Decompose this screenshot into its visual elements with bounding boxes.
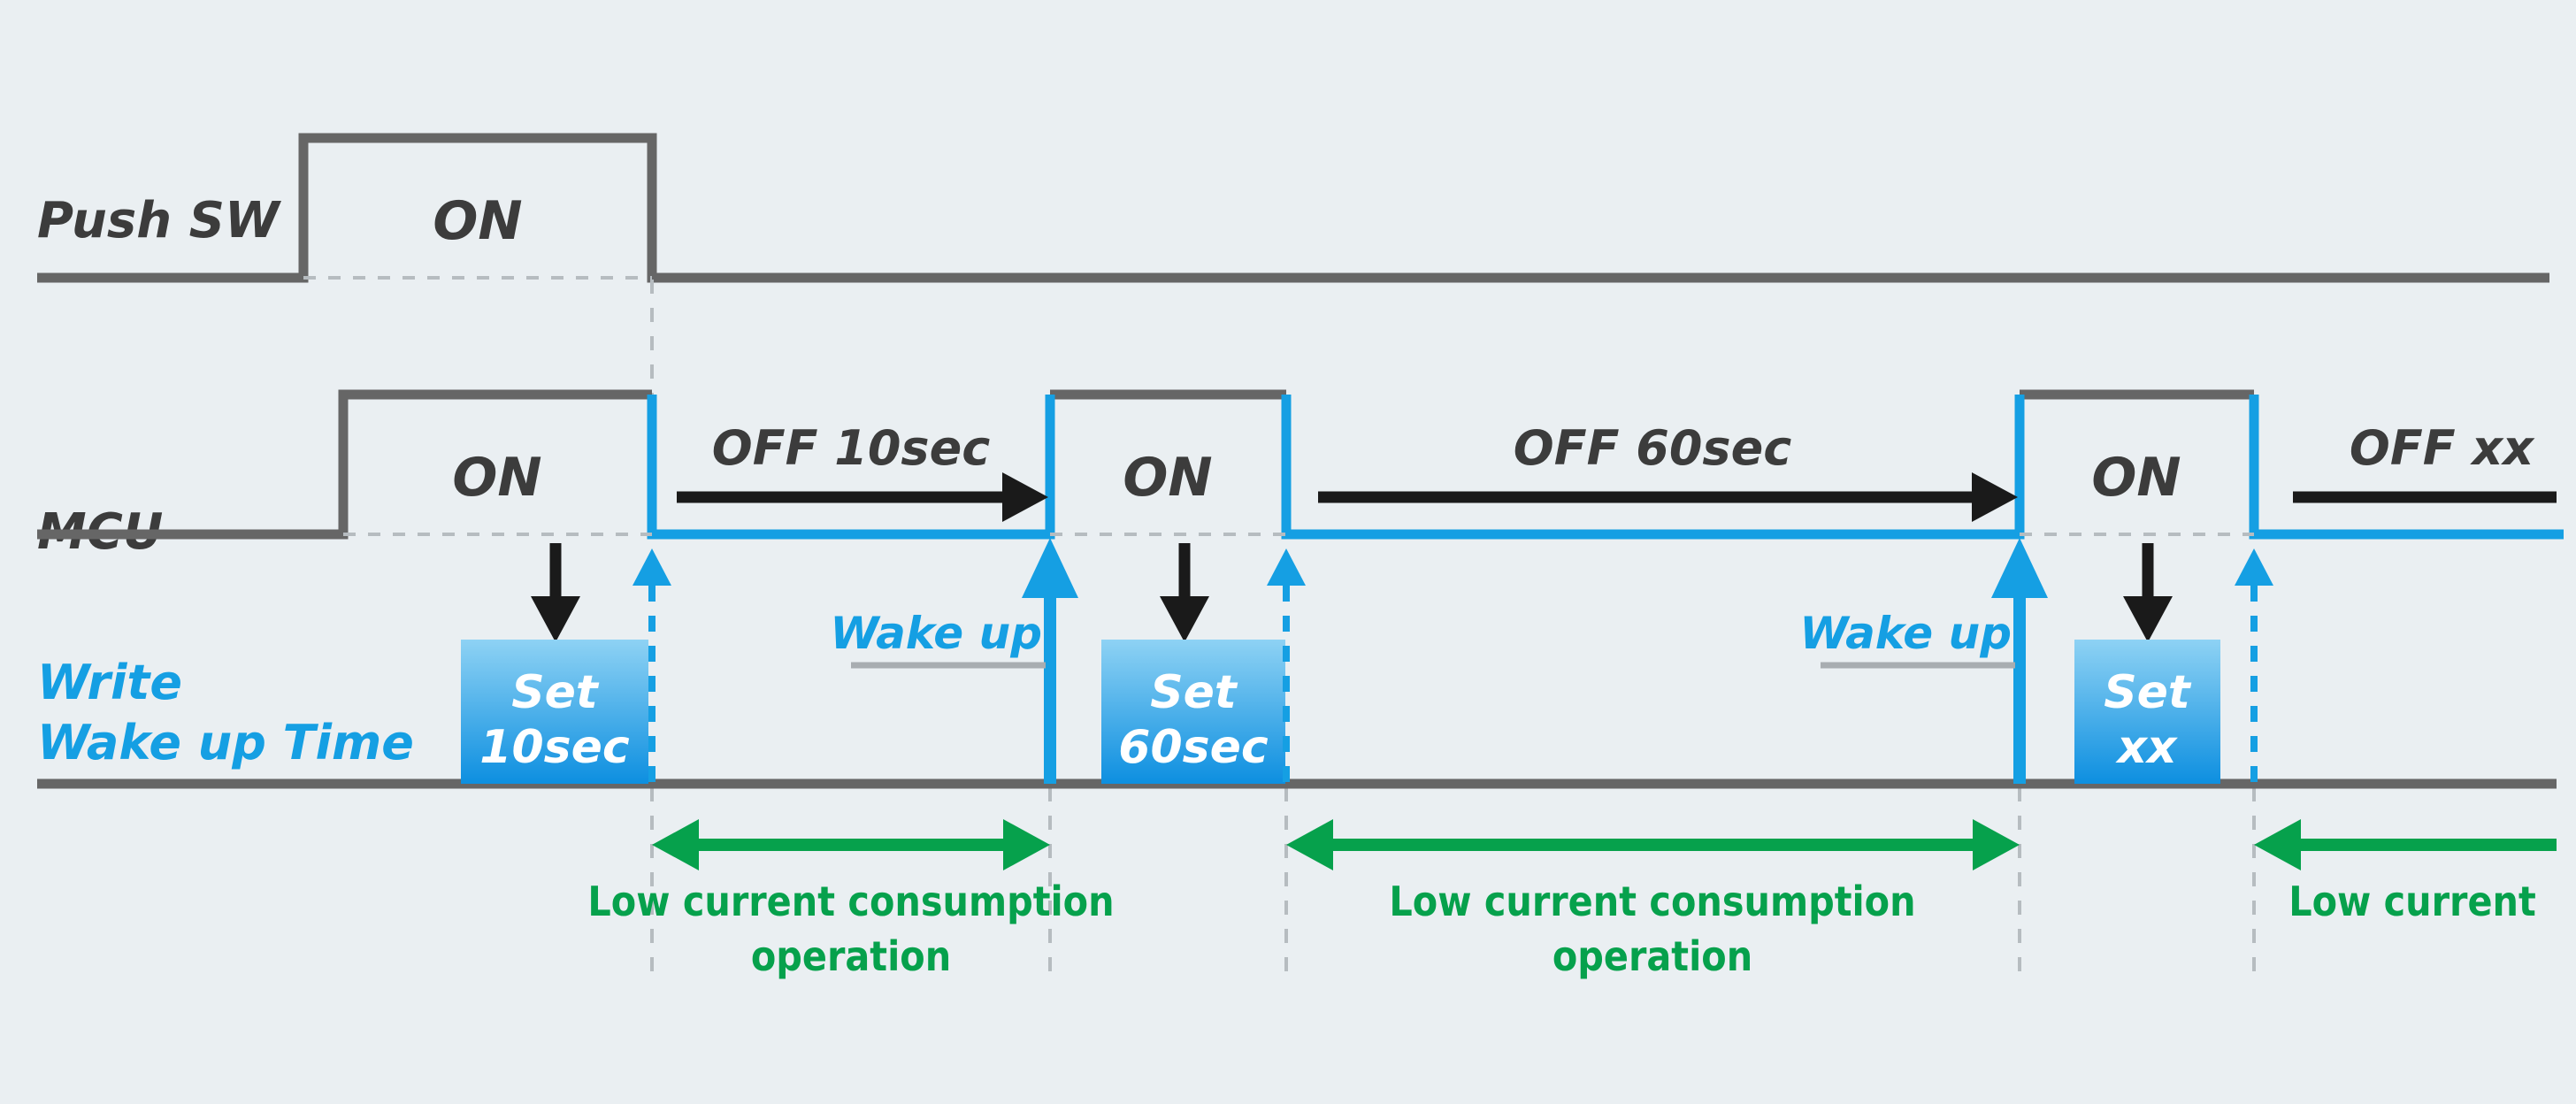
wake-up-arrow-1-head	[1022, 538, 1078, 598]
write-arrow-3-head	[2123, 596, 2173, 642]
wake-up-label-2: Wake up	[1799, 608, 2015, 669]
set-box-2-line2: 60sec	[1118, 721, 1269, 774]
off-10sec-arrow-head	[1002, 472, 1048, 522]
low-current-span-1-left-head	[652, 819, 699, 870]
set-box-2: Set 60sec	[1101, 640, 1285, 784]
wake-up-arrow-1	[1022, 538, 1078, 784]
set-box-3: Set xx	[2074, 640, 2220, 784]
wake-up-arrow-2-head	[1991, 538, 2048, 598]
wake-up-label-1: Wake up	[830, 608, 1046, 669]
write-arrow-1	[531, 543, 580, 642]
off-xx-annotation: OFF xx	[2293, 420, 2557, 503]
low-current-span-1: Low current consumption operation	[587, 819, 1115, 980]
write-arrow-3	[2123, 543, 2173, 642]
off-60sec-annotation: OFF 60sec	[1318, 420, 2018, 522]
push-sw-on-label: ON	[433, 190, 522, 252]
low-current-span-1-right-head	[1003, 819, 1050, 870]
mcu-on-label-1: ON	[452, 447, 541, 509]
off-60sec-arrow-head	[1972, 472, 2018, 522]
set-box-1-line1: Set	[511, 666, 600, 719]
push-sw-waveform	[37, 133, 2549, 283]
low-current-span-2-right-head	[1973, 819, 2020, 870]
mcu-on-label-2: ON	[1123, 447, 1212, 509]
low-current-span-3-line1: Low current	[2288, 878, 2536, 925]
write-label-line1: Write	[37, 655, 182, 710]
low-current-span-2-line2: operation	[1552, 932, 1752, 980]
wake-up-label-2-text: Wake up	[1799, 608, 2012, 659]
timing-diagram: Push SW ON MCU ON ON ON OFF 10sec OFF 60…	[37, 133, 2564, 982]
low-current-span-3-left-head	[2254, 819, 2301, 870]
push-sw-label: Push SW	[37, 192, 282, 249]
write-arrow-1-head	[531, 596, 580, 642]
write-wakeup-row: Write Wake up Time Set 10sec Set 60sec S…	[37, 538, 2557, 789]
wake-up-label-1-text: Wake up	[830, 608, 1042, 659]
mcu-on-label-3: ON	[2091, 447, 2181, 509]
set-box-1-line2: 10sec	[479, 721, 630, 774]
low-current-span-2: Low current consumption operation	[1286, 819, 2020, 980]
set-box-3-line2: xx	[2114, 721, 2178, 774]
diagram-canvas: Push SW ON MCU ON ON ON OFF 10sec OFF 60…	[0, 0, 2576, 1104]
set-complete-marker-1-head	[632, 548, 671, 586]
off-60sec-label: OFF 60sec	[1514, 420, 1791, 476]
low-current-span-2-line1: Low current consumption	[1389, 878, 1915, 925]
set-complete-marker-2-head	[1267, 548, 1306, 586]
write-arrow-2	[1160, 543, 1209, 642]
write-label-line2: Wake up Time	[37, 715, 414, 770]
push-sw-row: Push SW ON	[37, 133, 2549, 283]
mcu-row: MCU ON ON ON OFF 10sec OFF 60sec OFF xx	[37, 389, 2564, 561]
off-10sec-label: OFF 10sec	[712, 420, 990, 476]
low-current-span-3: Low current	[2254, 819, 2557, 925]
low-current-span-1-line2: operation	[751, 932, 951, 980]
set-complete-marker-3-head	[2235, 548, 2273, 586]
low-current-span-2-left-head	[1286, 819, 1333, 870]
write-arrow-2-head	[1160, 596, 1209, 642]
set-box-1: Set 10sec	[461, 640, 648, 784]
low-current-spans: Low current consumption operation Low cu…	[587, 819, 2557, 980]
low-current-span-1-line1: Low current consumption	[587, 878, 1114, 925]
set-complete-marker-3	[2235, 548, 2273, 784]
set-box-2-line1: Set	[1150, 666, 1238, 719]
wake-up-arrow-2	[1991, 538, 2048, 784]
off-xx-label: OFF xx	[2350, 420, 2535, 476]
set-box-3-line1: Set	[2104, 666, 2192, 719]
off-10sec-annotation: OFF 10sec	[677, 420, 1048, 522]
